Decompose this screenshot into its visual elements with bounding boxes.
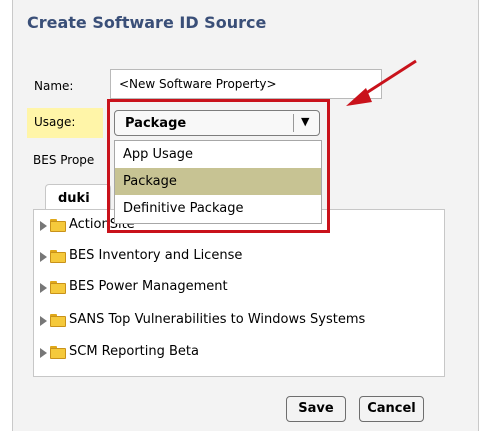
usage-label: Usage: <box>27 108 103 138</box>
folder-icon <box>50 219 66 232</box>
tree-item-label: BES Inventory and License <box>69 248 243 263</box>
folder-icon <box>50 346 66 359</box>
folder-icon <box>50 281 66 294</box>
name-input[interactable] <box>110 69 382 99</box>
bes-properties-label: BES Prope <box>33 153 95 167</box>
option-package[interactable]: Package <box>115 168 321 195</box>
dialog-title: Create Software ID Source <box>27 13 267 32</box>
save-button[interactable]: Save <box>286 396 346 422</box>
usage-select-value: Package <box>125 116 187 131</box>
tree-item-label: BES Power Management <box>69 279 228 294</box>
site-tree: ActionSite BES Inventory and License BES… <box>33 209 445 377</box>
tab-duki[interactable]: duki <box>45 184 111 212</box>
triangle-right-icon[interactable] <box>40 348 47 358</box>
cancel-button[interactable]: Cancel <box>359 396 424 422</box>
chevron-down-icon[interactable]: ▼ <box>301 115 309 128</box>
folder-icon <box>50 314 66 327</box>
usage-select[interactable]: Package ▼ <box>114 110 320 136</box>
triangle-right-icon[interactable] <box>40 316 47 326</box>
select-divider <box>293 114 294 132</box>
tree-item-label: SCM Reporting Beta <box>69 344 199 359</box>
option-definitive-package[interactable]: Definitive Package <box>115 195 321 222</box>
folder-icon <box>50 250 66 263</box>
triangle-right-icon[interactable] <box>40 283 47 293</box>
tree-item-label: SANS Top Vulnerabilities to Windows Syst… <box>69 312 366 327</box>
tab-label: duki <box>58 191 90 206</box>
option-app-usage[interactable]: App Usage <box>115 141 321 168</box>
name-label: Name: <box>34 79 74 93</box>
triangle-right-icon[interactable] <box>40 252 47 262</box>
usage-dropdown-list: App Usage Package Definitive Package <box>114 140 322 224</box>
triangle-right-icon[interactable] <box>40 221 47 231</box>
